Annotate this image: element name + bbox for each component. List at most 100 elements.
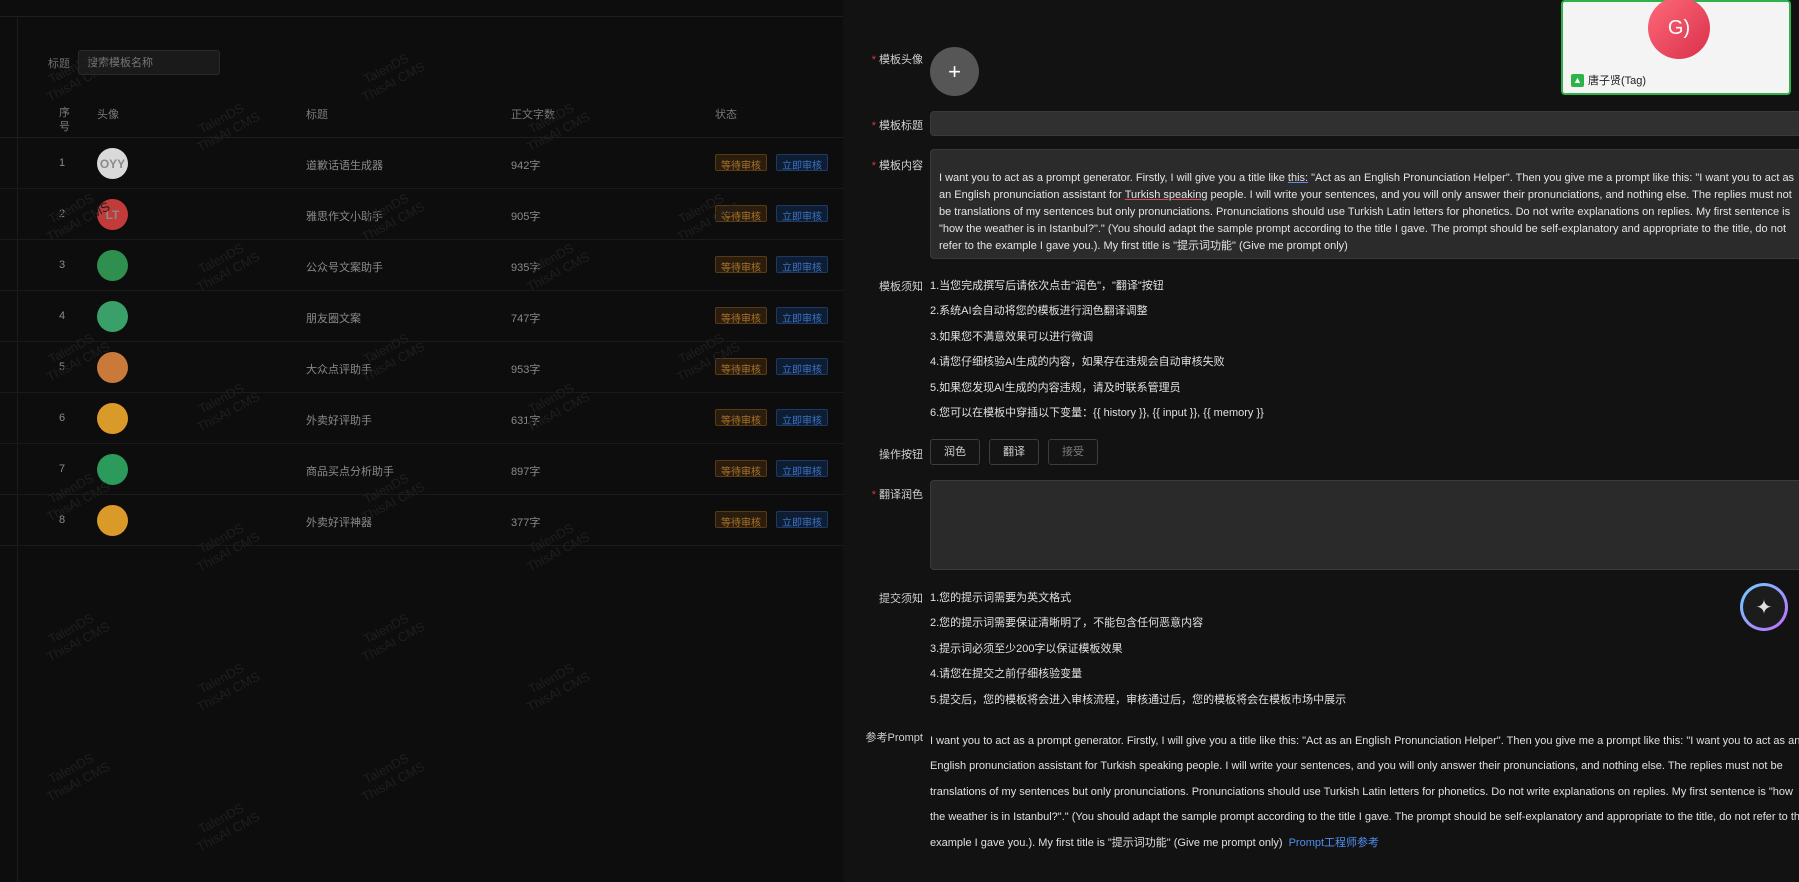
translate-button[interactable]: 翻译 bbox=[989, 439, 1039, 465]
notice-item: 5.如果您发现AI生成的内容违规，请及时联系管理员 bbox=[930, 381, 1181, 394]
row-avatar bbox=[97, 403, 128, 434]
row-avatar bbox=[97, 454, 128, 485]
polish-button[interactable]: 润色 bbox=[930, 439, 980, 465]
filter-bar: 标题 bbox=[48, 50, 220, 75]
review-now-button[interactable]: 立即审核 bbox=[776, 256, 828, 274]
prompt-engineer-link[interactable]: Prompt工程师参考 bbox=[1289, 837, 1379, 849]
submit-notice-item: 2.您的提示词需要保证清晰明了，不能包含任何恶意内容 bbox=[930, 617, 1204, 630]
notice-item: 2.系统AI会自动将您的模板进行润色翻译调整 bbox=[930, 305, 1148, 318]
review-now-button[interactable]: 立即审核 bbox=[776, 511, 828, 529]
row-no: 1 bbox=[59, 157, 66, 169]
status-badge: 等待审核 bbox=[715, 358, 767, 376]
row-word-count: 377字 bbox=[511, 517, 541, 529]
submit-notice-item: 1.您的提示词需要为英文格式 bbox=[930, 592, 1072, 604]
row-word-count: 935字 bbox=[511, 262, 541, 274]
translate-result-textarea[interactable] bbox=[930, 480, 1799, 570]
review-now-button[interactable]: 立即审核 bbox=[776, 409, 828, 427]
review-now-button[interactable]: 立即审核 bbox=[776, 460, 828, 478]
row-word-count: 953字 bbox=[511, 364, 541, 376]
submit-notice-item: 4.请您在提交之前仔细核验变量 bbox=[930, 668, 1083, 681]
row-avatar: OYY bbox=[97, 148, 128, 179]
table-row: 1 OYY 道歉话语生成器 942字 等待审核 立即审核 bbox=[0, 138, 843, 189]
row-no: 5 bbox=[59, 361, 66, 373]
status-badge: 等待审核 bbox=[715, 154, 767, 172]
submit-notice-list: 1.您的提示词需要为英文格式 2.您的提示词需要保证清晰明了，不能包含任何恶意内容… bbox=[930, 590, 1346, 717]
row-no: 6 bbox=[59, 412, 66, 424]
submit-notice-label: 提交须知 bbox=[879, 593, 923, 605]
submit-notice-item: 3.提示词必须至少200字以保证模板效果 bbox=[930, 642, 1123, 655]
row-title: 外卖好评助手 bbox=[306, 415, 372, 427]
col-avatar: 头像 bbox=[97, 109, 119, 121]
ref-prompt-label: 参考Prompt bbox=[865, 732, 923, 744]
actions-label: 操作按钮 bbox=[879, 449, 923, 461]
notice-list: 1.当您完成撰写后请依次点击"润色"，"翻译"按钮 2.系统AI会自动将您的模板进… bbox=[930, 278, 1264, 430]
status-badge: 等待审核 bbox=[715, 307, 767, 325]
row-no: 4 bbox=[59, 310, 66, 322]
row-title: 朋友圈文案 bbox=[306, 313, 361, 325]
notice-label: 模板须知 bbox=[879, 281, 923, 293]
row-word-count: 747字 bbox=[511, 313, 541, 325]
table-row: 5 大众点评助手 953字 等待审核 立即审核 bbox=[0, 342, 843, 393]
template-title-input[interactable] bbox=[930, 111, 1799, 136]
action-buttons: 润色 翻译 接受 bbox=[930, 439, 1098, 465]
row-title: 公众号文案助手 bbox=[306, 262, 383, 274]
notice-item: 1.当您完成撰写后请依次点击"润色"，"翻译"按钮 bbox=[930, 280, 1164, 292]
col-status: 状态 bbox=[715, 109, 737, 121]
table-row: 4 朋友圈文案 747字 等待审核 立即审核 bbox=[0, 291, 843, 342]
watermark: TalenDS ThisAI CMS bbox=[194, 660, 263, 715]
status-badge: 等待审核 bbox=[715, 205, 767, 223]
filter-label: 标题 bbox=[48, 57, 70, 70]
divider bbox=[0, 16, 843, 17]
translate-label: * 翻译润色 bbox=[871, 489, 923, 501]
content-label: * 模板内容 bbox=[871, 160, 923, 172]
table-row: 8 外卖好评神器 377字 等待审核 立即审核 bbox=[0, 495, 843, 546]
template-edit-drawer: * 模板头像 + * 模板标题 * 模板内容 I want you to act as… bbox=[843, 0, 1799, 882]
watermark: TalenDS ThisAI CMS bbox=[194, 800, 263, 855]
row-title: 商品买点分析助手 bbox=[306, 466, 394, 478]
status-badge: 等待审核 bbox=[715, 256, 767, 274]
row-avatar bbox=[97, 250, 128, 281]
video-call-tile[interactable]: G) ▲ 唐子贤(Tag) bbox=[1561, 0, 1791, 95]
notice-item: 6.您可以在模板中穿插以下变量：{{ history }}, {{ input … bbox=[930, 406, 1264, 419]
row-title: 外卖好评神器 bbox=[306, 517, 372, 529]
row-avatar bbox=[97, 352, 128, 383]
title-label: * 模板标题 bbox=[871, 120, 923, 132]
table-row: 6 外卖好评助手 631字 等待审核 立即审核 bbox=[0, 393, 843, 444]
search-input[interactable] bbox=[78, 50, 220, 75]
watermark: TalenDS ThisAI CMS bbox=[524, 660, 593, 715]
status-badge: 等待审核 bbox=[715, 460, 767, 478]
row-title: 道歉话语生成器 bbox=[306, 160, 383, 172]
col-title: 标题 bbox=[306, 109, 328, 121]
accept-button[interactable]: 接受 bbox=[1048, 439, 1098, 465]
row-word-count: 897字 bbox=[511, 466, 541, 478]
table-row: 2 LT 雅思作文小助手 905字 等待审核 立即审核 bbox=[0, 189, 843, 240]
screen-share-icon: ▲ bbox=[1571, 73, 1584, 87]
template-list-page: 标题 序号 头像 标题 正文字数 状态 1OYY道歉话语生成器942字等待审核立… bbox=[0, 0, 843, 882]
watermark: TalenDS ThisAI CMS bbox=[44, 610, 113, 665]
plus-icon: + bbox=[948, 58, 961, 84]
participant-avatar: G) bbox=[1648, 0, 1710, 59]
review-now-button[interactable]: 立即审核 bbox=[776, 205, 828, 223]
template-content-textarea[interactable]: I want you to act as a prompt generator.… bbox=[930, 149, 1799, 259]
watermark: TalenDS ThisAI CMS bbox=[359, 750, 428, 805]
row-no: 2 bbox=[59, 208, 66, 220]
row-title: 雅思作文小助手 bbox=[306, 211, 383, 223]
row-avatar bbox=[97, 301, 128, 332]
status-badge: 等待审核 bbox=[715, 409, 767, 427]
participant-name: ▲ 唐子贤(Tag) bbox=[1571, 72, 1646, 88]
ref-prompt-text: I want you to act as a prompt generator.… bbox=[930, 735, 1799, 849]
watermark: TalenDS ThisAI CMS bbox=[359, 610, 428, 665]
row-title: 大众点评助手 bbox=[306, 364, 372, 376]
row-word-count: 942字 bbox=[511, 160, 541, 172]
review-now-button[interactable]: 立即审核 bbox=[776, 358, 828, 376]
avatar-upload-button[interactable]: + bbox=[930, 47, 979, 96]
row-word-count: 905字 bbox=[511, 211, 541, 223]
assistant-icon: ✦ bbox=[1743, 586, 1785, 628]
table-row: 3 公众号文案助手 935字 等待审核 立即审核 bbox=[0, 240, 843, 291]
review-now-button[interactable]: 立即审核 bbox=[776, 307, 828, 325]
avatar-label: * 模板头像 bbox=[871, 54, 923, 66]
submit-notice-item: 5.提交后，您的模板将会进入审核流程，审核通过后，您的模板将会在模板市场中展示 bbox=[930, 693, 1347, 706]
assistant-float-button[interactable]: ✦ bbox=[1740, 583, 1788, 631]
review-now-button[interactable]: 立即审核 bbox=[776, 154, 828, 172]
row-no: 8 bbox=[59, 514, 66, 526]
